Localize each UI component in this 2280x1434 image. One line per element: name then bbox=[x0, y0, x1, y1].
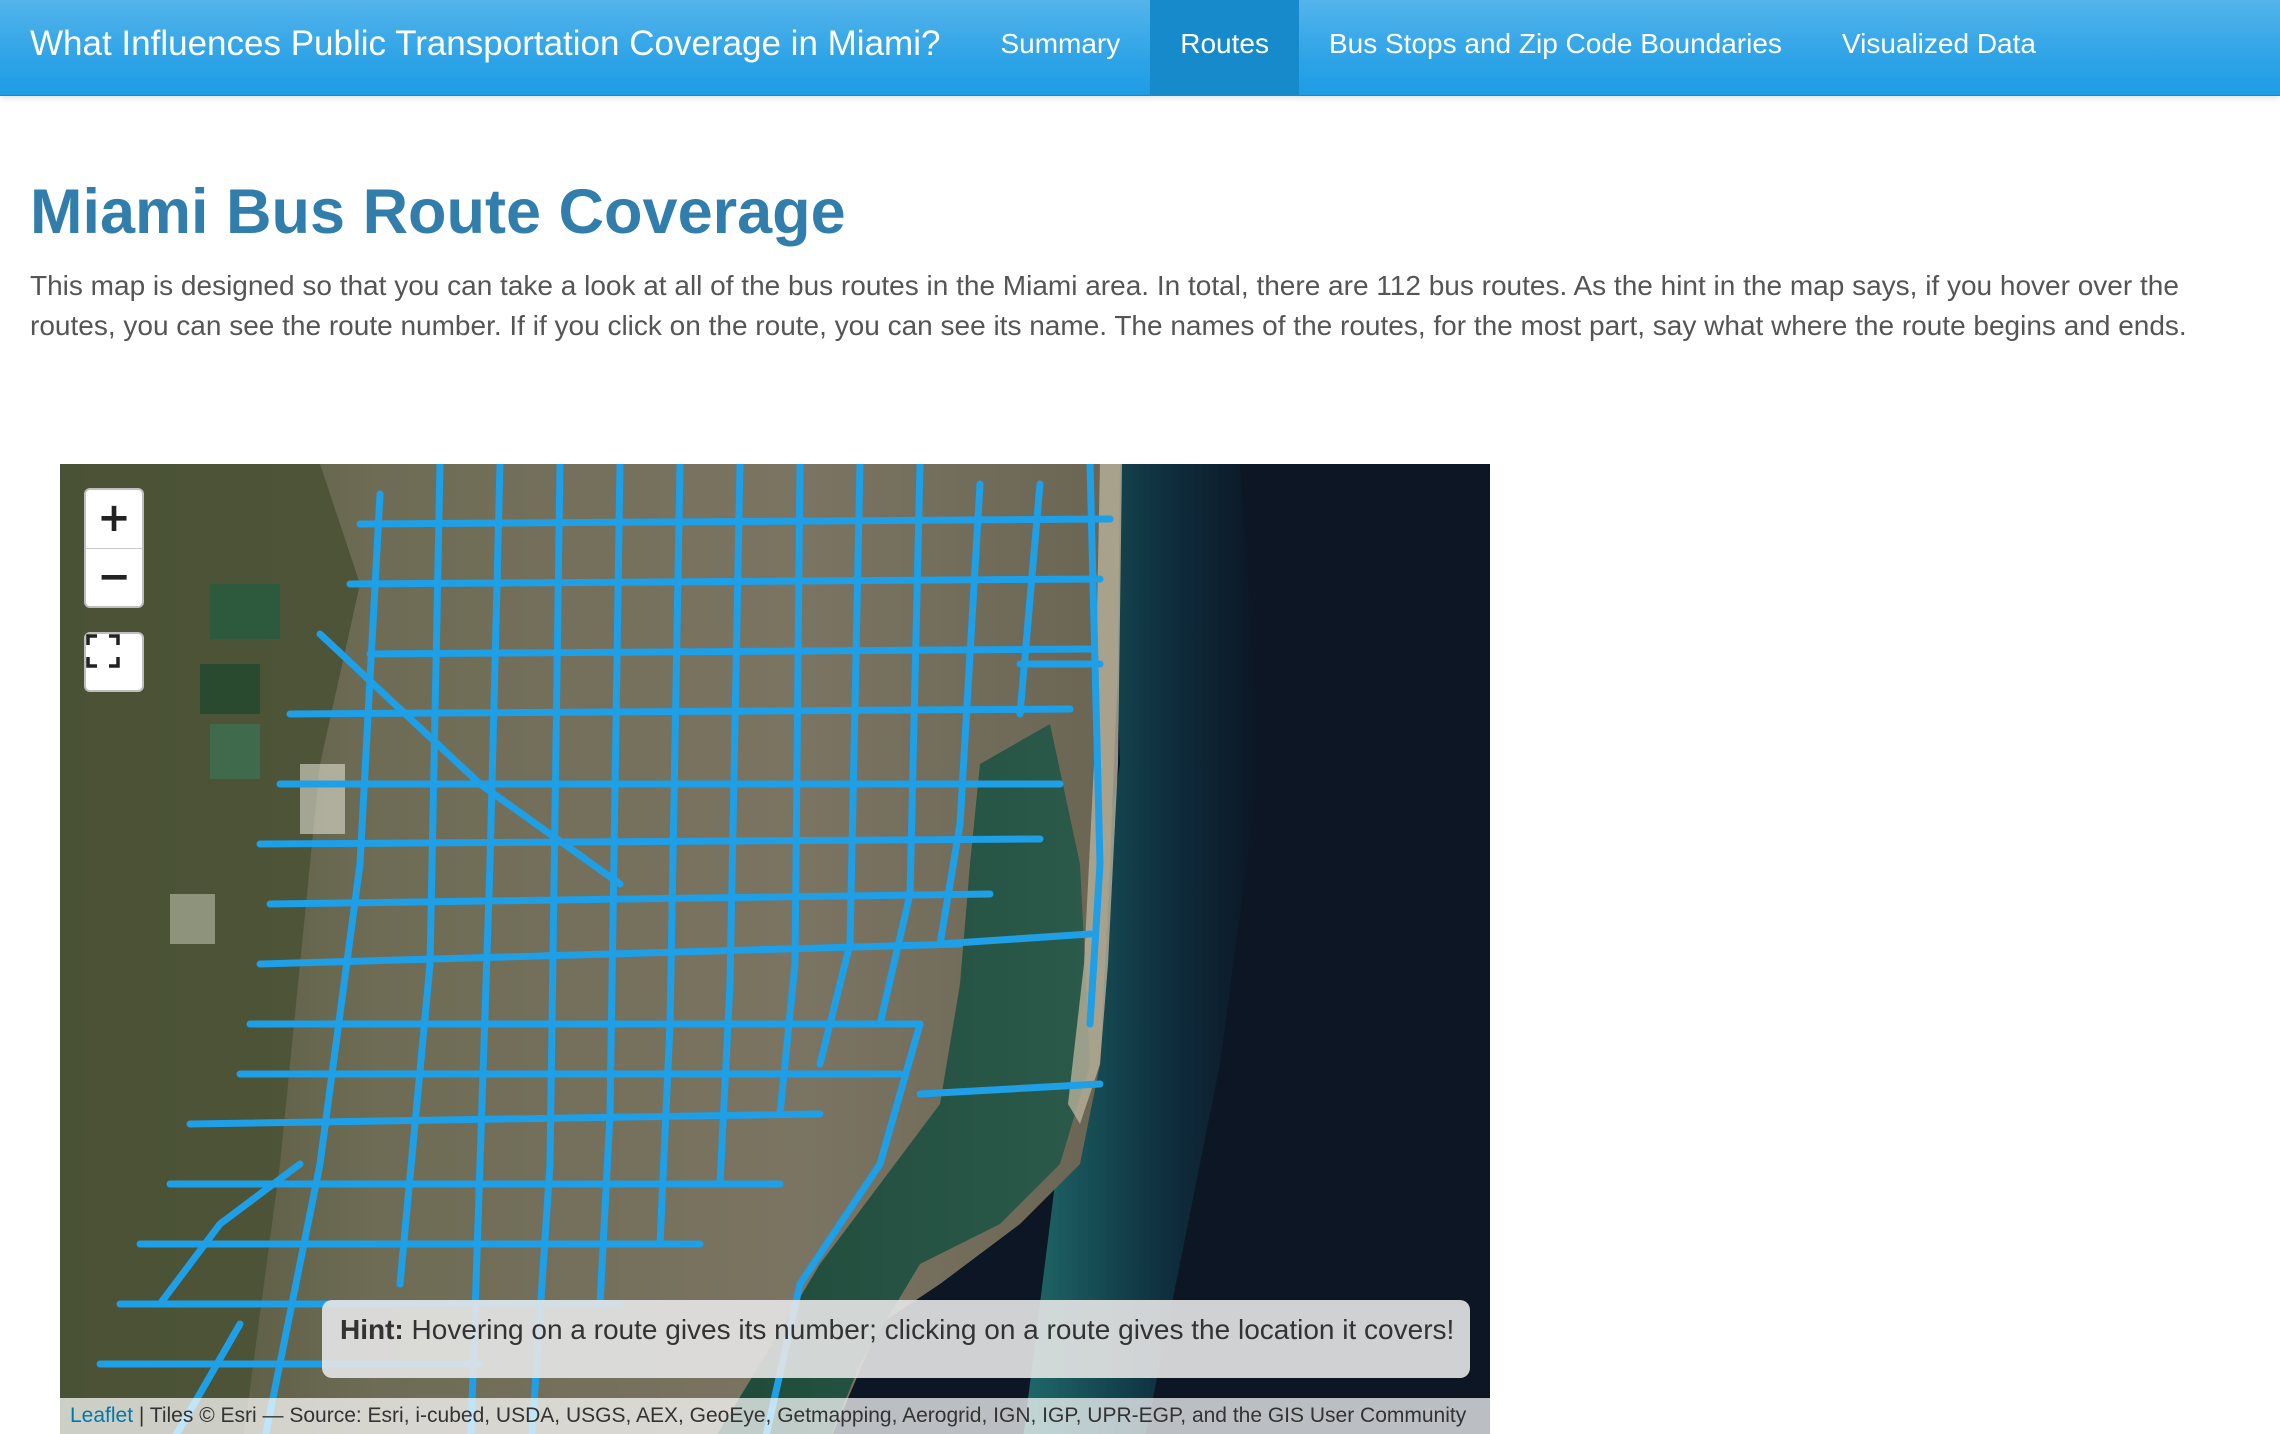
zoom-in-button[interactable]: + bbox=[86, 490, 142, 548]
nav-item-summary[interactable]: Summary bbox=[970, 0, 1150, 95]
map-hint: Hint: Hovering on a route gives its numb… bbox=[322, 1300, 1470, 1378]
field bbox=[170, 894, 215, 944]
fullscreen-button[interactable] bbox=[84, 632, 144, 692]
hint-label: Hint: bbox=[340, 1314, 404, 1345]
zoom-out-button[interactable]: − bbox=[86, 548, 142, 606]
field bbox=[200, 664, 260, 714]
zoom-control: + − bbox=[84, 488, 144, 608]
fullscreen-icon bbox=[86, 634, 120, 668]
page-title: Miami Bus Route Coverage bbox=[30, 177, 846, 247]
navbar-brand[interactable]: What Influences Public Transportation Co… bbox=[0, 0, 970, 95]
map-attribution: Leaflet | Tiles © Esri — Source: Esri, i… bbox=[60, 1398, 1490, 1434]
top-navbar: What Influences Public Transportation Co… bbox=[0, 0, 2280, 96]
nav-item-routes[interactable]: Routes bbox=[1150, 0, 1299, 95]
navbar-links: Summary Routes Bus Stops and Zip Code Bo… bbox=[970, 0, 2066, 95]
leaflet-link[interactable]: Leaflet bbox=[70, 1404, 133, 1427]
nav-item-visualized-data[interactable]: Visualized Data bbox=[1812, 0, 2066, 95]
nav-item-bus-stops-zip-codes[interactable]: Bus Stops and Zip Code Boundaries bbox=[1299, 0, 1812, 95]
route-map[interactable]: + − Hint: Hovering on a route gives its … bbox=[60, 464, 1490, 1434]
hint-text: Hovering on a route gives its number; cl… bbox=[411, 1314, 1455, 1345]
field bbox=[300, 764, 345, 834]
intro-paragraph: This map is designed so that you can tak… bbox=[30, 270, 2187, 341]
field bbox=[210, 724, 260, 779]
attribution-text: | Tiles © Esri — Source: Esri, i-cubed, … bbox=[133, 1404, 1467, 1427]
field bbox=[210, 584, 280, 639]
satellite-basemap bbox=[60, 464, 1490, 1434]
